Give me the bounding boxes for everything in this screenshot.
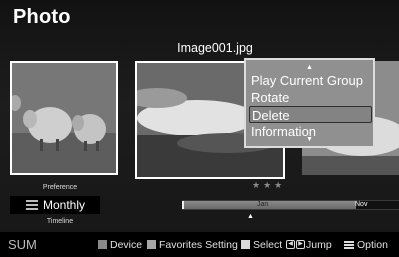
select-button[interactable]: Select [241, 239, 282, 251]
timeline-label: Timeline [46, 218, 74, 225]
device-button[interactable]: Device [98, 239, 142, 251]
menu-item-rotate[interactable]: Rotate [249, 89, 372, 106]
bottom-help-bar: SUM Device Favorites Setting Select ◀ ▶ … [0, 232, 399, 257]
timeline-fill [182, 201, 356, 209]
photo-options-menu: ▲ Play Current Group Rotate Delete Infor… [244, 58, 375, 148]
red-button-icon [98, 240, 107, 249]
timeline-month-jan: Jan [257, 201, 269, 208]
menu-scroll-up-icon[interactable]: ▲ [246, 64, 373, 72]
device-label: Device [110, 238, 143, 251]
rating-stars: ★★★ [252, 180, 286, 190]
preference-label: Preference [42, 184, 78, 191]
right-key-icon: ▶ [296, 240, 305, 249]
menu-item-delete[interactable]: Delete [249, 106, 372, 123]
sort-selector[interactable]: Monthly [10, 196, 100, 214]
sheep-photo-image [12, 63, 116, 173]
favorites-setting-label: Favorites Setting [159, 238, 238, 251]
thumbnail-sheep-photo[interactable] [10, 61, 118, 175]
option-button[interactable]: Option [344, 239, 388, 251]
menu-item-play-current-group[interactable]: Play Current Group [249, 72, 372, 89]
favorites-setting-button[interactable]: Favorites Setting [147, 239, 238, 251]
tools-icon [344, 240, 354, 249]
jump-button[interactable]: ◀ ▶ Jump [286, 239, 332, 251]
timeline-position-caret-icon: ▲ [247, 213, 254, 220]
timeline-bar[interactable]: Jan Nov [182, 200, 399, 210]
option-label: Option [357, 238, 388, 251]
left-key-icon: ◀ [286, 240, 295, 249]
current-file-name: Image001.jpg [177, 41, 253, 55]
select-label: Select [253, 238, 283, 251]
timeline-month-nov: Nov [355, 201, 368, 208]
sort-value: Monthly [43, 198, 86, 212]
list-icon [26, 200, 38, 210]
photo-browser-screen: Photo Image001.jpg ▲ Play Current Group … [0, 0, 399, 257]
yellow-button-icon [241, 240, 250, 249]
green-button-icon [147, 240, 156, 249]
page-title: Photo [13, 6, 71, 28]
jump-label: Jump [306, 238, 332, 251]
source-label: SUM [8, 237, 37, 252]
menu-scroll-down-icon[interactable]: ▼ [246, 136, 373, 144]
